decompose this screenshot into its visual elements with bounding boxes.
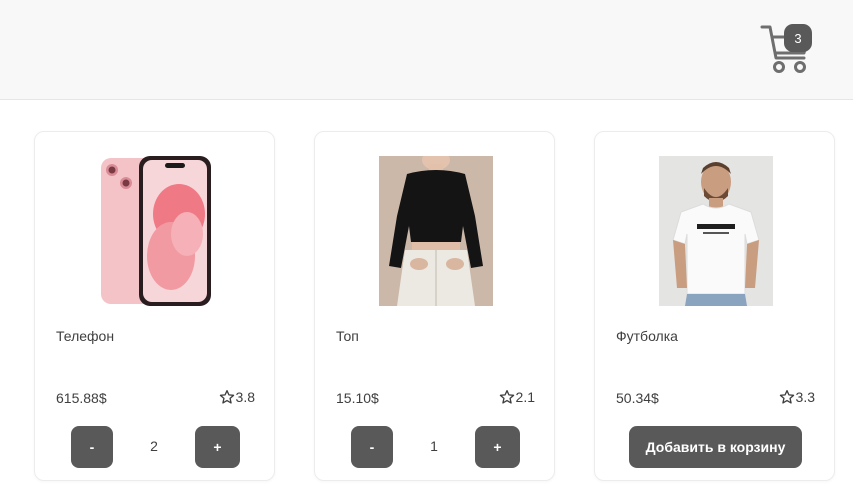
rating-value: 3.8 [235,389,255,405]
product-price: 615.88$ [56,390,107,406]
product-rating: 3.3 [779,389,815,405]
product-card-tshirt: Футболка 50.34$ 3.3 Добавить в корзину [594,131,835,481]
decrease-quantity-button[interactable]: - [71,426,113,468]
rating-value: 2.1 [515,389,535,405]
product-card-phone: Телефон 615.88$ 3.8 - 2 + [34,131,275,481]
add-to-cart-button[interactable]: Добавить в корзину [629,426,802,468]
product-name: Топ [336,328,359,344]
cart-count-badge: 3 [784,24,812,52]
increase-quantity-button[interactable]: + [475,426,520,468]
product-image-top [379,156,493,306]
decrease-quantity-button[interactable]: - [351,426,393,468]
quantity-value: 1 [430,438,438,454]
product-price: 15.10$ [336,390,379,406]
cart-button[interactable]: 3 [760,22,812,76]
product-rating: 2.1 [499,389,535,405]
star-outline-icon [499,390,514,404]
product-name: Футболка [616,328,678,344]
product-image-tshirt [659,156,773,306]
site-header: 3 [0,0,853,100]
product-price: 50.34$ [616,390,659,406]
product-name: Телефон [56,328,115,344]
product-image-phone [99,156,213,306]
quantity-value: 2 [150,438,158,454]
product-rating: 3.8 [219,389,255,405]
star-outline-icon [779,390,794,404]
rating-value: 3.3 [795,389,815,405]
product-card-top: Топ 15.10$ 2.1 - 1 + [314,131,555,481]
star-outline-icon [219,390,234,404]
increase-quantity-button[interactable]: + [195,426,240,468]
